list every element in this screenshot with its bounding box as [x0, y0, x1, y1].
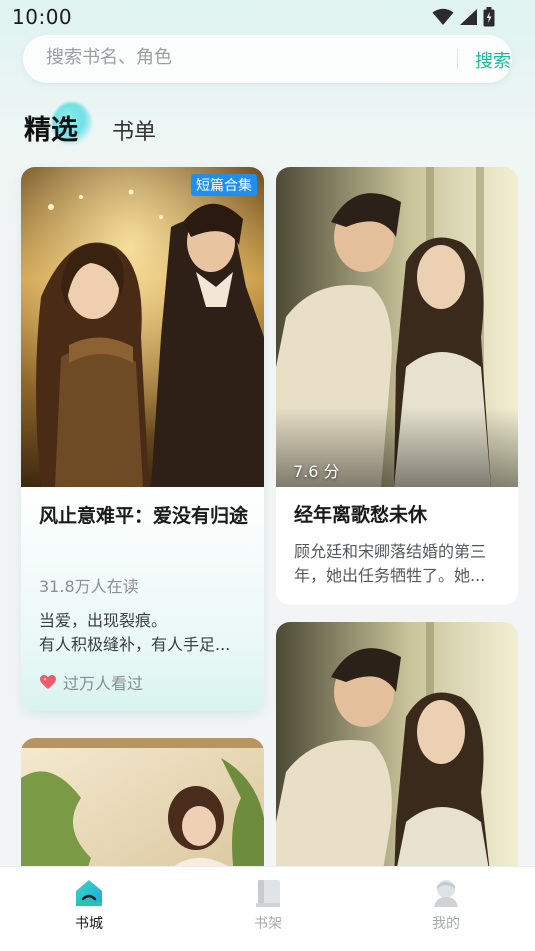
search-input[interactable]	[46, 47, 426, 68]
search-bar: 搜索	[23, 35, 512, 83]
tab-booklist[interactable]: 书单	[112, 114, 156, 146]
book-card[interactable]	[276, 622, 518, 882]
description-line: 顾允廷和宋卿落结婚的第三	[294, 542, 487, 561]
book-description: 顾允廷和宋卿落结婚的第三 年，她出任务牺牲了。她...	[294, 540, 504, 588]
search-button[interactable]: 搜索	[475, 47, 511, 73]
book-cover	[276, 622, 518, 882]
nav-item-bookstore[interactable]: 书城	[49, 877, 129, 933]
profile-icon	[434, 880, 458, 907]
book-cover: 短篇合集	[21, 167, 264, 487]
description-line: 年，她出任务牺牲了。她...	[294, 566, 486, 585]
book-cover: 7.6 分	[276, 167, 518, 487]
book-title: 经年离歌愁未休	[294, 504, 428, 526]
book-card[interactable]: 短篇合集 风止意难平：爱没有归途 31.8万人在读 当爱，出现裂痕。 有人积极缝…	[21, 167, 264, 711]
bookstore-icon	[76, 880, 102, 906]
wifi-icon	[432, 8, 454, 25]
reader-count: 31.8万人在读	[39, 577, 139, 596]
viewed-info: 过万人看过	[39, 670, 143, 694]
description-line: 当爱，出现裂痕。	[39, 611, 168, 630]
nav-label: 书架	[254, 916, 282, 932]
book-title: 风止意难平：爱没有归途	[39, 505, 249, 527]
description-line: 有人积极缝补，有人手足...	[39, 635, 231, 654]
category-badge: 短篇合集	[191, 174, 257, 196]
signal-icon	[460, 9, 477, 25]
status-bar: 10:00	[0, 0, 535, 36]
book-card[interactable]: 7.6 分 经年离歌愁未休 顾允廷和宋卿落结婚的第三 年，她出任务牺牲了。她..…	[276, 167, 518, 605]
cover-illustration	[276, 167, 518, 487]
bottom-nav: 书城 书架 我的	[0, 866, 535, 951]
viewed-text: 过万人看过	[63, 674, 144, 693]
tab-featured[interactable]: 精选	[24, 108, 78, 147]
bookshelf-icon	[256, 880, 280, 907]
nav-item-profile[interactable]: 我的	[406, 877, 486, 933]
battery-icon	[483, 7, 495, 27]
status-time: 10:00	[12, 5, 73, 29]
nav-label: 书城	[75, 916, 103, 932]
cover-illustration	[21, 167, 264, 487]
heart-icon	[40, 675, 56, 689]
book-score: 7.6 分	[293, 462, 340, 481]
book-description: 当爱，出现裂痕。 有人积极缝补，有人手足...	[39, 609, 249, 657]
search-divider	[457, 49, 458, 69]
cover-illustration	[276, 622, 518, 882]
status-icons	[432, 7, 495, 27]
nav-item-bookshelf[interactable]: 书架	[228, 877, 308, 933]
nav-label: 我的	[432, 916, 460, 932]
